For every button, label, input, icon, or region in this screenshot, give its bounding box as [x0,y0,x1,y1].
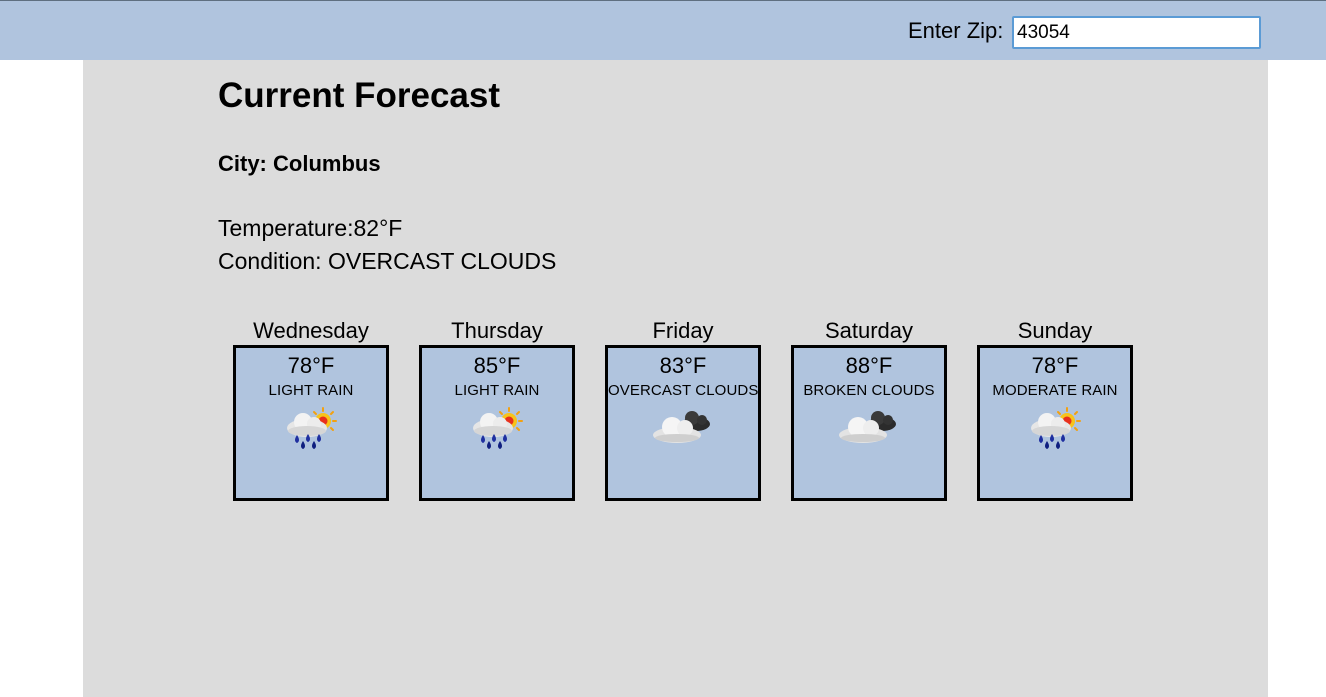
day-temperature: 85°F [473,353,521,378]
forecast-card: 78°F LIGHT RAIN [233,345,389,501]
forecast-day: Wednesday 78°F LIGHT RAIN [233,318,389,501]
forecast-card: 78°F MODERATE RAIN [977,345,1133,501]
current-condition: Condition: OVERCAST CLOUDS [218,248,557,274]
page-title: Current Forecast [218,76,501,115]
forecast-card: 88°F BROKEN CLOUDS [791,345,947,501]
forecast-day: Thursday 85°F LIGHT RAIN [419,318,575,501]
day-condition: LIGHT RAIN [454,382,540,399]
rain-sun-icon [473,407,523,449]
forecast-day: Sunday 78°F MODERATE RAIN [977,318,1133,501]
forecast-day: Saturday 88°F BROKEN CLOUDS [791,318,947,501]
zip-label: Enter Zip: [908,18,1004,43]
day-temperature: 78°F [1031,353,1079,378]
city-label: City: Columbus [218,151,381,176]
day-name: Sunday [1017,318,1093,343]
day-temperature: 78°F [287,353,335,378]
day-name: Wednesday [253,318,369,343]
main-content: Current Forecast City: Columbus Temperat… [83,60,1268,697]
day-name: Saturday [824,318,914,343]
forecast-day: Friday 83°F OVERCAST CLOUDS [605,318,761,501]
day-condition: OVERCAST CLOUDS [608,382,759,399]
current-temperature: Temperature:82°F [218,215,403,241]
forecast-card: 85°F LIGHT RAIN [419,345,575,501]
zip-input[interactable] [1012,16,1261,49]
top-bar: Enter Zip: [0,0,1326,60]
day-temperature: 88°F [845,353,893,378]
overcast-clouds-icon [653,411,710,443]
rain-sun-icon [1031,407,1081,449]
broken-clouds-icon [839,411,896,443]
forecast-card: 83°F OVERCAST CLOUDS [605,345,761,501]
day-condition: BROKEN CLOUDS [803,382,935,399]
day-name: Thursday [451,318,543,343]
rain-sun-icon [287,407,337,449]
day-name: Friday [652,318,714,343]
day-temperature: 83°F [659,353,707,378]
day-condition: MODERATE RAIN [992,382,1118,399]
day-condition: LIGHT RAIN [268,382,354,399]
